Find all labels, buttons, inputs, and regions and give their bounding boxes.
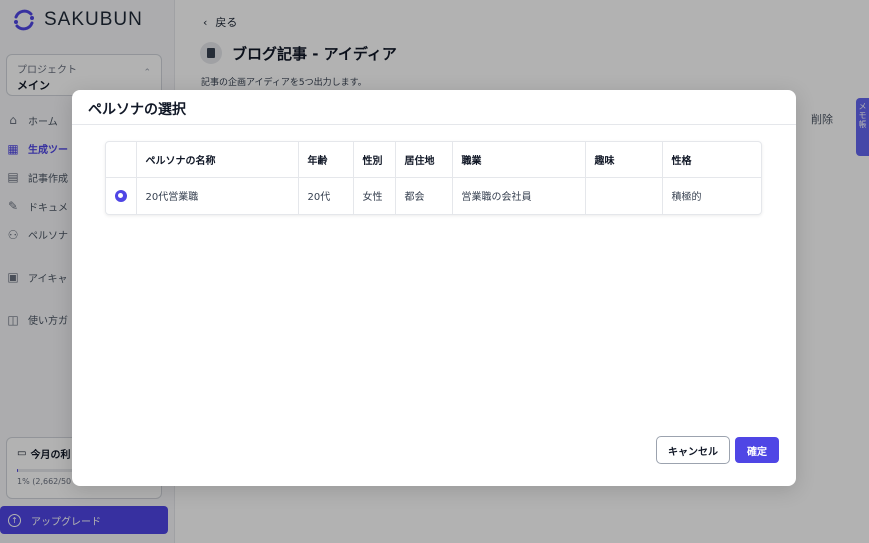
table-row[interactable]: 20代営業職 20代 女性 都会 営業職の会社員 積極的 <box>106 177 761 214</box>
cell-hobby <box>585 177 663 214</box>
header-personality: 性格 <box>662 142 761 178</box>
header-gender: 性別 <box>353 142 396 178</box>
cancel-button[interactable]: キャンセル <box>656 436 730 464</box>
header-select <box>106 142 137 178</box>
cell-age: 20代 <box>298 177 354 214</box>
persona-radio[interactable] <box>114 189 127 202</box>
header-persona-name: ペルソナの名称 <box>136 142 299 178</box>
header-age: 年齢 <box>298 142 354 178</box>
header-hobby: 趣味 <box>585 142 663 178</box>
header-occupation: 職業 <box>452 142 586 178</box>
cell-persona-name: 20代営業職 <box>136 177 299 214</box>
cell-residence: 都会 <box>395 177 453 214</box>
modal-divider <box>72 124 796 125</box>
modal-title: ペルソナの選択 <box>88 102 186 118</box>
persona-select-modal: ペルソナの選択 ペルソナの名称 年齢 性別 居住地 職業 趣味 性格 20代営業… <box>72 90 796 486</box>
select-cell <box>106 177 137 214</box>
cell-occupation: 営業職の会社員 <box>452 177 586 214</box>
cell-personality: 積極的 <box>671 192 702 204</box>
cell-gender: 女性 <box>353 177 396 214</box>
table-header-row: ペルソナの名称 年齢 性別 居住地 職業 趣味 性格 <box>106 142 761 178</box>
header-residence: 居住地 <box>395 142 453 178</box>
persona-table: ペルソナの名称 年齢 性別 居住地 職業 趣味 性格 20代営業職 20代 女性 <box>105 141 762 215</box>
confirm-button[interactable]: 確定 <box>735 437 779 463</box>
